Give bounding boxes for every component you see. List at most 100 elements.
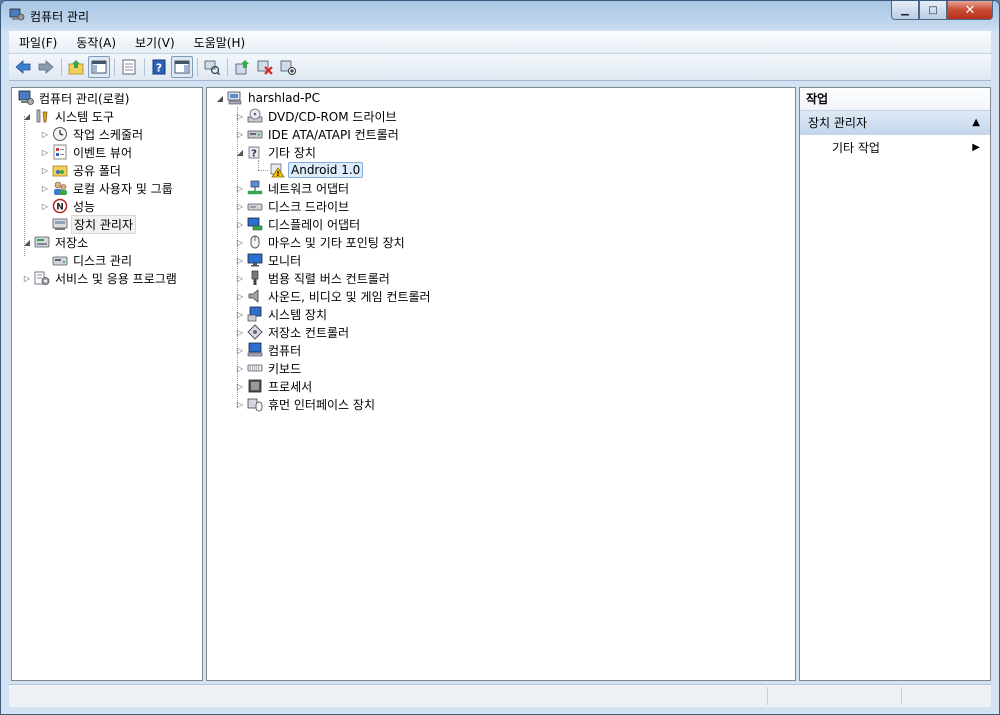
users-icon: [52, 180, 68, 196]
device-item-android[interactable]: ! Android 1.0: [267, 161, 364, 179]
status-bar-divider: [767, 687, 768, 705]
expand-icon[interactable]: ▷: [235, 382, 245, 391]
menu-action[interactable]: 동작(A): [66, 34, 125, 51]
device-category-hid[interactable]: ▷ 휴먼 인터페이스 장치: [235, 395, 377, 413]
device-category-network[interactable]: ▷ 네트워크 어댑터: [235, 179, 351, 197]
collapse-icon[interactable]: ◢: [22, 238, 32, 247]
up-folder-icon[interactable]: [65, 56, 87, 78]
tree-item-disk-management[interactable]: 디스크 관리: [50, 251, 134, 269]
expand-icon[interactable]: ▷: [40, 148, 50, 157]
tree-label: 시스템 도구: [55, 109, 115, 124]
tree-item-services-apps[interactable]: ▷ 서비스 및 응용 프로그램: [22, 269, 179, 287]
title-bar[interactable]: 컴퓨터 관리 ▁ □ ✕: [1, 1, 999, 29]
collapse-up-icon[interactable]: ▲: [972, 111, 980, 135]
expand-icon[interactable]: ▷: [235, 310, 245, 319]
scan-hardware-icon[interactable]: [201, 56, 223, 78]
tree-item-performance[interactable]: ▷ N 성능: [40, 197, 97, 215]
status-bar-divider: [901, 687, 902, 705]
tree-item-event-viewer[interactable]: ▷ 이벤트 뷰어: [40, 143, 134, 161]
device-category-sound[interactable]: ▷ 사운드, 비디오 및 게임 컨트롤러: [235, 287, 433, 305]
device-tree-pane[interactable]: ◢ harshlad-PC ▷ DVD/CD-ROM 드라이브 ▷ IDE AT…: [206, 87, 796, 681]
expand-icon[interactable]: ▷: [235, 112, 245, 121]
device-category-label: DVD/CD-ROM 드라이브: [268, 109, 397, 124]
expand-icon[interactable]: ▷: [235, 256, 245, 265]
expand-icon[interactable]: ▷: [235, 220, 245, 229]
expand-icon[interactable]: ▷: [235, 202, 245, 211]
svg-text:!: !: [276, 170, 279, 178]
device-category-processors[interactable]: ▷ 프로세서: [235, 377, 314, 395]
expand-icon[interactable]: ▷: [40, 166, 50, 175]
device-category-mouse[interactable]: ▷ 마우스 및 기타 포인팅 장치: [235, 233, 407, 251]
expand-icon[interactable]: ▷: [40, 202, 50, 211]
expand-icon[interactable]: ▷: [235, 184, 245, 193]
expand-icon[interactable]: ▷: [235, 274, 245, 283]
minimize-button[interactable]: ▁: [891, 1, 919, 20]
show-hide-console-tree-icon[interactable]: [88, 56, 110, 78]
maximize-button[interactable]: □: [919, 1, 947, 20]
device-category-label: 네트워크 어댑터: [268, 181, 350, 196]
device-category-label: 프로세서: [268, 379, 313, 394]
device-category-other[interactable]: ◢ ? 기타 장치: [235, 143, 318, 161]
tree-item-system-tools[interactable]: ◢ 시스템 도구: [22, 107, 116, 125]
close-button[interactable]: ✕: [947, 1, 993, 20]
device-category-label: 모니터: [268, 253, 302, 268]
expand-icon[interactable]: ▷: [235, 130, 245, 139]
collapse-icon[interactable]: ◢: [215, 94, 225, 103]
device-category-ide[interactable]: ▷ IDE ATA/ATAPI 컨트롤러: [235, 125, 401, 143]
device-manager-icon: [52, 216, 68, 232]
device-category-display[interactable]: ▷ 디스플레이 어댑터: [235, 215, 362, 233]
properties-icon[interactable]: [118, 56, 140, 78]
tree-label: 성능: [73, 199, 96, 214]
menu-view[interactable]: 보기(V): [125, 34, 184, 51]
device-category-keyboard[interactable]: ▷ 키보드: [235, 359, 303, 377]
disable-device-icon[interactable]: [277, 56, 299, 78]
expand-icon[interactable]: ▷: [22, 274, 32, 283]
tree-item-storage[interactable]: ◢ 저장소: [22, 233, 90, 251]
expand-icon[interactable]: ▷: [235, 328, 245, 337]
menu-file[interactable]: 파일(F): [9, 34, 66, 51]
tree-item-local-users[interactable]: ▷ 로컬 사용자 및 그룹: [40, 179, 175, 197]
device-tree-root[interactable]: ◢ harshlad-PC: [215, 89, 322, 107]
back-icon[interactable]: [12, 56, 34, 78]
tree-item-shared-folders[interactable]: ▷ 공유 폴더: [40, 161, 123, 179]
tree-item-task-scheduler[interactable]: ▷ 작업 스케줄러: [40, 125, 145, 143]
device-category-label: 마우스 및 기타 포인팅 장치: [268, 235, 405, 250]
help-icon[interactable]: ?: [148, 56, 170, 78]
device-category-computer[interactable]: ▷ 컴퓨터: [235, 341, 303, 359]
device-category-system[interactable]: ▷ 시스템 장치: [235, 305, 329, 323]
device-category-monitors[interactable]: ▷ 모니터: [235, 251, 303, 269]
collapse-icon[interactable]: ◢: [22, 112, 32, 121]
actions-group-device-manager[interactable]: 장치 관리자 ▲: [800, 111, 990, 135]
expand-icon[interactable]: ▷: [235, 292, 245, 301]
expand-icon[interactable]: ▷: [40, 130, 50, 139]
console-tree-pane[interactable]: 컴퓨터 관리(로컬) ◢ 시스템 도구 ▷ 작업 스케줄러 ▷ 이벤트 뷰어 ▷: [11, 87, 203, 681]
actions-more-actions[interactable]: 기타 작업 ▶: [832, 139, 990, 157]
device-category-usb[interactable]: ▷ 범용 직렬 버스 컨트롤러: [235, 269, 392, 287]
expand-icon[interactable]: ▷: [40, 184, 50, 193]
toolbar-separator: [227, 58, 228, 76]
expand-icon[interactable]: ▷: [235, 364, 245, 373]
storage-icon: [34, 234, 50, 250]
hid-icon: [247, 396, 263, 412]
device-category-dvd[interactable]: ▷ DVD/CD-ROM 드라이브: [235, 107, 399, 125]
show-action-pane-icon[interactable]: [171, 56, 193, 78]
device-category-disk-drives[interactable]: ▷ 디스크 드라이브: [235, 197, 351, 215]
submenu-arrow-icon: ▶: [972, 142, 980, 153]
device-category-storage-controllers[interactable]: ▷ 저장소 컨트롤러: [235, 323, 351, 341]
tree-label: 이벤트 뷰어: [73, 145, 133, 160]
tree-item-computer-management[interactable]: 컴퓨터 관리(로컬): [16, 89, 131, 107]
forward-icon[interactable]: [35, 56, 57, 78]
minimize-icon: ▁: [901, 4, 909, 16]
update-driver-icon[interactable]: [231, 56, 253, 78]
dvd-drive-icon: [247, 108, 263, 124]
computer-management-window: 컴퓨터 관리 ▁ □ ✕ 파일(F) 동작(A) 보기(V) 도움말(H) ? …: [0, 0, 1000, 715]
expand-icon[interactable]: ▷: [235, 346, 245, 355]
expand-icon[interactable]: ▷: [235, 400, 245, 409]
expand-icon[interactable]: ▷: [235, 238, 245, 247]
device-category-label: 디스플레이 어댑터: [268, 217, 361, 232]
collapse-icon[interactable]: ◢: [235, 148, 245, 157]
menu-help[interactable]: 도움말(H): [184, 34, 255, 51]
clock-icon: [52, 126, 68, 142]
tree-item-device-manager[interactable]: 장치 관리자: [50, 214, 137, 234]
uninstall-device-icon[interactable]: [254, 56, 276, 78]
